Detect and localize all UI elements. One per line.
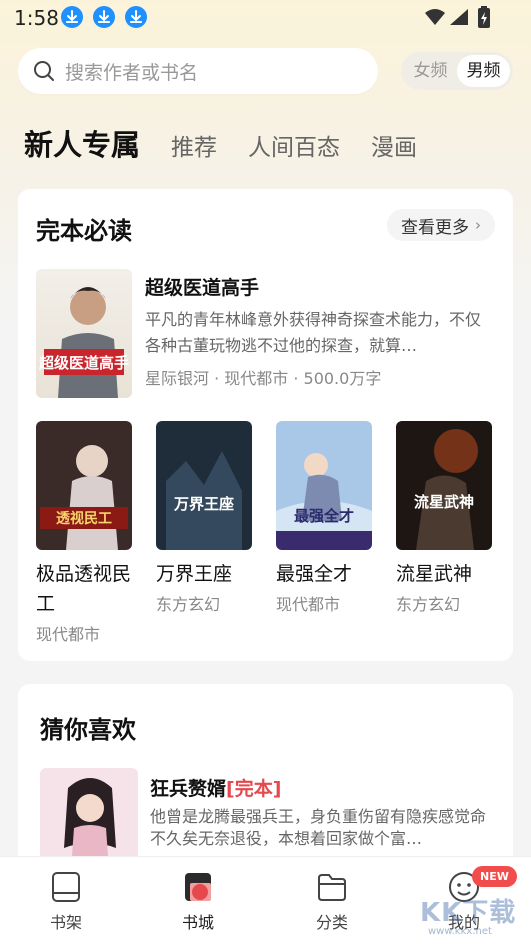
book-category: 东方玄幻 [396,595,461,614]
tab-human-life[interactable]: 人间百态 [248,128,340,162]
featured-book[interactable]: 超级医道高手 超级医道高手 平凡的青年林峰意外获得神奇探查术能力，不仅各种古董玩… [36,269,496,399]
status-time: 1:58 [14,6,59,30]
grid-book[interactable]: 流星武神 流星武神 东方玄幻 [396,421,496,615]
book-cover[interactable]: 透视民工 [36,421,132,550]
book-title-line: 狂兵赘婿[完本] [150,774,281,801]
see-more-button[interactable]: 查看更多 › [387,209,495,241]
complete-books-card: 完本必读 查看更多 › 超级医道高手 超级医道高手 平凡的青年林峰意外获得神奇探… [18,189,513,661]
battery-icon [478,6,490,28]
grid-book[interactable]: 万界王座 万界王座 东方玄幻 [156,421,256,615]
book-cover[interactable]: 万界王座 [156,421,252,550]
bookstore-icon [185,873,211,901]
download-icon [61,6,83,28]
book-title: 超级医道高手 [145,277,260,299]
book-category: 现代都市 [276,595,341,614]
nav-label: 分类 [315,913,348,932]
download-icon [125,6,147,28]
tab-comics[interactable]: 漫画 [371,128,417,162]
watermark-logo: KK下载 [420,898,517,928]
wifi-icon [425,9,445,25]
book-meta: 星际银河 · 现代都市 · 500.0万字 [145,369,382,388]
cover-title: 流星武神 [414,493,474,511]
nav-label: 书城 [181,913,214,932]
channel-tabs: 新人专属 推荐 人间百态 漫画 [24,122,448,166]
nav-bookshelf[interactable]: 书架 [26,871,106,933]
book-grid: 透视民工 极品透视民工 现代都市 万界王座 万界王座 东方玄幻 最强全才 最强全… [36,421,496,651]
search-input[interactable]: 搜索作者或书名 [18,48,378,94]
book-category: 现代都市 [36,625,101,644]
cover-title: 超级医道高手 [38,354,129,372]
book-cover[interactable]: 超级医道高手 [36,269,132,398]
signal-icon [450,9,468,25]
section-title: 完本必读 [36,217,132,245]
tab-recommend[interactable]: 推荐 [171,128,217,162]
tab-newcomer[interactable]: 新人专属 [24,122,140,164]
gender-option-female[interactable]: 女频 [404,55,457,87]
nav-label: 书架 [49,913,82,932]
grid-book[interactable]: 透视民工 极品透视民工 现代都市 [36,421,136,645]
bookshelf-icon [52,872,80,902]
book-title: 万界王座 [156,563,233,585]
search-placeholder: 搜索作者或书名 [65,61,199,84]
gender-option-male[interactable]: 男频 [457,55,510,87]
book-title: 狂兵赘婿 [150,778,227,800]
nav-category[interactable]: 分类 [292,871,372,933]
book-description: 他曾是龙腾最强兵王，身负重伤留有隐疾感觉命不久矣无奈退役，本想着回家做个富… [150,807,487,848]
gender-toggle[interactable]: 女频 男频 [401,52,513,90]
download-icon [93,6,115,28]
book-title: 极品透视民工 [36,563,132,615]
book-description: 平凡的青年林峰意外获得神奇探查术能力，不仅各种古董玩物逃不过他的探查，就算… [145,310,482,355]
book-title: 流星武神 [396,563,473,585]
status-bar: 1:58 [0,0,531,36]
watermark-url: www.kkx.net [428,926,492,937]
guess-you-like-card: 猜你喜欢 狂兵赘婿[完本] 他曾是龙腾最强兵王，身负重伤留有隐疾感觉命不久矣无奈… [18,684,513,884]
new-badge: NEW [472,866,517,887]
cover-title: 透视民工 [56,510,112,527]
cover-title: 最强全才 [294,507,354,525]
book-category: 东方玄幻 [156,595,221,614]
chevron-right-icon: › [475,216,481,234]
section-title: 猜你喜欢 [40,716,136,744]
nav-bookstore[interactable]: 书城 [158,871,238,933]
see-more-label: 查看更多 [401,217,469,238]
folder-icon [318,874,346,901]
book-title: 最强全才 [276,563,353,585]
search-icon [34,61,54,81]
book-cover[interactable]: 流星武神 [396,421,492,550]
completed-tag: [完本] [226,778,282,800]
cover-title: 万界王座 [173,495,234,513]
book-cover[interactable]: 最强全才 [276,421,372,550]
grid-book[interactable]: 最强全才 最强全才 现代都市 [276,421,376,615]
